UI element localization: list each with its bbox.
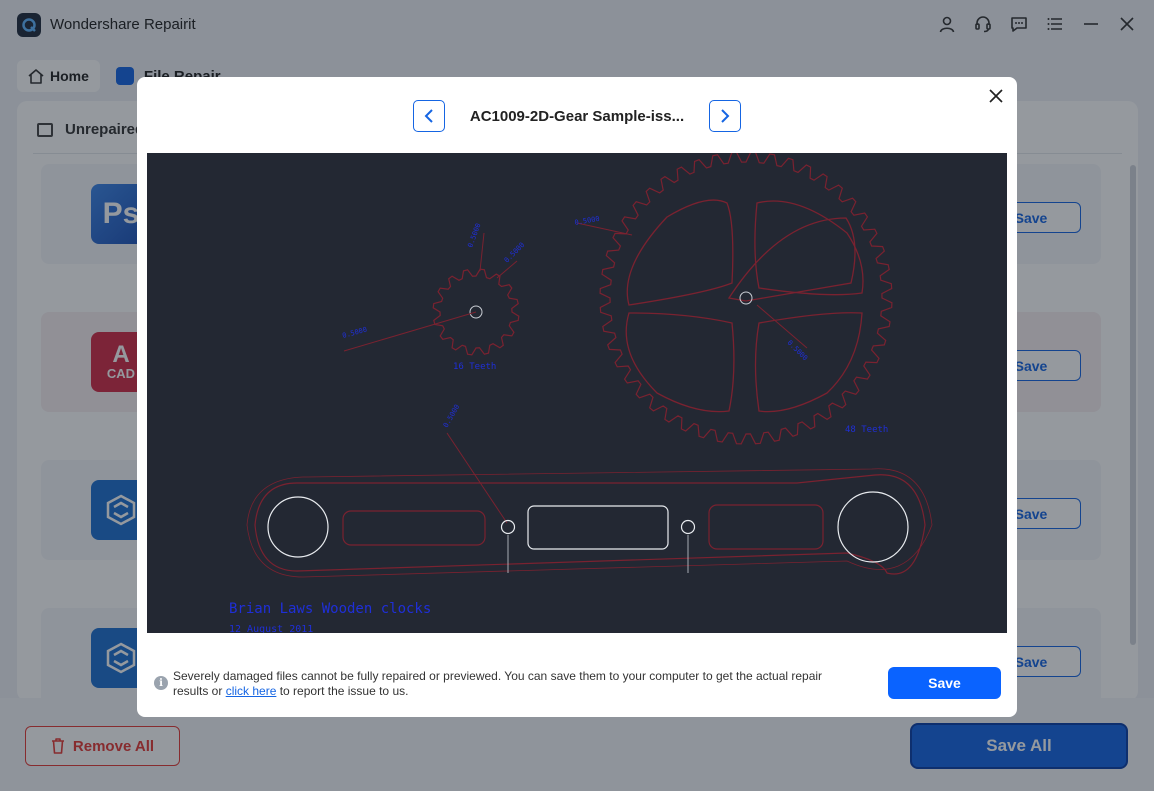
notice-text-end: to report the issue to us. (276, 684, 409, 698)
report-issue-link[interactable]: click here (226, 684, 277, 698)
next-file-button[interactable] (709, 100, 741, 132)
preview-modal: AC1009-2D-Gear Sample-iss... 0.5000 0.50… (137, 77, 1017, 717)
cad-drawing: 0.5000 0.5000 0.5000 0.5000 0.5000 0.500… (229, 153, 933, 633)
gear-outlines (432, 153, 893, 445)
svg-text:0.5000: 0.5000 (786, 339, 810, 363)
large-gear-outline (599, 153, 893, 445)
dimension-labels: 0.5000 0.5000 0.5000 0.5000 0.5000 0.500… (341, 215, 809, 429)
dimension-leaders (343, 222, 808, 524)
large-gear-label: 48 Teeth (845, 425, 888, 435)
linkage-axes (507, 535, 689, 573)
drawing-date: 12 August 2011 (229, 624, 313, 633)
modal-save-button[interactable]: Save (888, 667, 1001, 699)
chevron-right-icon (721, 109, 730, 123)
small-gear-label: 16 Teeth (453, 362, 496, 372)
linkage-holes (267, 491, 909, 563)
previous-file-button[interactable] (413, 100, 445, 132)
svg-text:0.5000: 0.5000 (466, 222, 482, 249)
svg-text:0.5000: 0.5000 (442, 403, 462, 429)
info-icon: i (154, 676, 168, 690)
svg-text:0.5000: 0.5000 (503, 241, 527, 265)
chevron-left-icon (424, 109, 433, 123)
modal-footer: i Severely damaged files cannot be fully… (137, 651, 1017, 717)
repair-notice: Severely damaged files cannot be fully r… (173, 669, 853, 699)
linkage-arm (246, 468, 933, 578)
cad-preview-canvas[interactable]: 0.5000 0.5000 0.5000 0.5000 0.5000 0.500… (147, 153, 1007, 633)
drawing-title: Brian Laws Wooden clocks (229, 601, 431, 617)
preview-file-name: AC1009-2D-Gear Sample-iss... (469, 107, 685, 125)
large-gear-cutouts (625, 199, 864, 413)
modal-header: AC1009-2D-Gear Sample-iss... (137, 100, 1017, 132)
svg-text:0.5000: 0.5000 (341, 326, 368, 340)
